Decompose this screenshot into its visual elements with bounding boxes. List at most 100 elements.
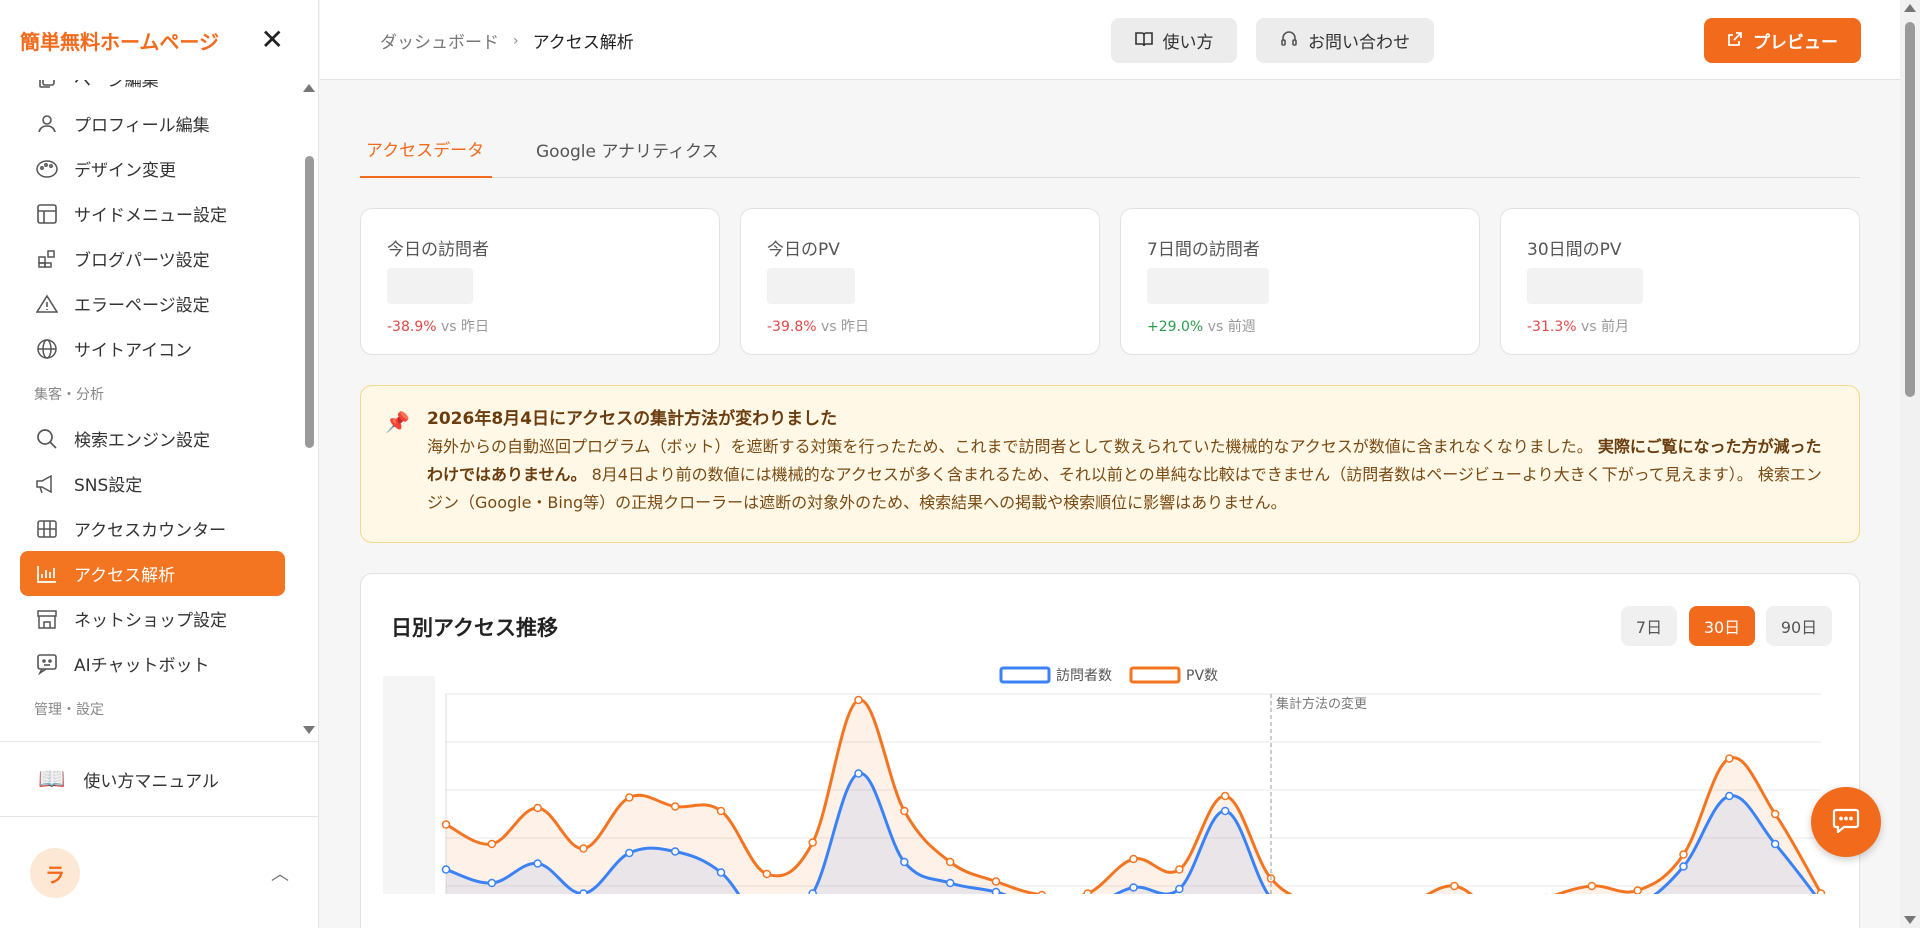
brand-title[interactable]: 簡単無料ホームページ (20, 26, 219, 55)
tab-google-analytics[interactable]: Google アナリティクス (530, 121, 724, 178)
sidebar-item-side-menu[interactable]: サイドメニュー設定 (0, 191, 305, 236)
data-point (579, 844, 588, 853)
sidebar-item-label: エラーページ設定 (74, 296, 210, 316)
range-30d-button[interactable]: 30日 (1689, 606, 1755, 646)
tab-access-data[interactable]: アクセスデータ (360, 121, 492, 178)
sidebar-item-access-analytics[interactable]: アクセス解析 (20, 551, 285, 596)
pin-icon: 📌 (385, 410, 410, 434)
sidebar-item-label: サイトアイコン (74, 341, 193, 361)
data-point (579, 889, 588, 894)
tab-bar: アクセスデータ Google アナリティクス (360, 121, 1860, 178)
warning-icon (34, 291, 60, 317)
manual-label: 使い方マニュアル (83, 771, 219, 792)
data-point (808, 838, 817, 847)
main-content: アクセスデータ Google アナリティクス 今日の訪問者 -38.9% vs … (320, 81, 1900, 928)
stat-label: 今日の訪問者 (387, 240, 489, 260)
chevron-up-icon[interactable]: ︿ (271, 860, 289, 886)
stat-value-placeholder (767, 268, 855, 304)
search-icon (34, 426, 60, 452)
data-point (991, 887, 1001, 894)
data-point (625, 793, 634, 802)
sidebar-scroll-thumb[interactable] (305, 156, 314, 448)
user-icon (34, 111, 60, 137)
data-point (1679, 862, 1688, 871)
notice-text: 8月4日より前の数値には機械的なアクセスが多く含まれるため、それ以前との単純な比… (427, 465, 1822, 512)
sidebar-item-seo[interactable]: 検索エンジン設定 (0, 416, 305, 461)
preview-button[interactable]: プレビュー (1704, 18, 1861, 63)
scroll-down-arrow-icon[interactable] (1904, 916, 1916, 924)
scroll-up-arrow-icon[interactable] (303, 84, 315, 92)
data-point (716, 868, 726, 877)
help-label: 使い方 (1162, 33, 1214, 53)
bar-chart-icon (34, 561, 60, 587)
sidebar-item-sns[interactable]: SNS設定 (0, 461, 305, 506)
stat-value-placeholder (387, 268, 473, 304)
sidebar-item-page-edit[interactable]: ページ編集 (0, 80, 305, 101)
book-icon: 📖 (38, 766, 66, 792)
grid-icon (34, 516, 60, 542)
sidebar-item-label: AIチャットボット (74, 656, 210, 676)
sidebar-item-site-icon[interactable]: サイトアイコン (0, 326, 305, 371)
data-point (900, 806, 909, 816)
data-point (1633, 886, 1642, 894)
stat-change-value: +29.0% (1147, 319, 1204, 335)
sidebar-item-error-page[interactable]: エラーページ設定 (0, 281, 305, 326)
stat-card-30day-pv: 30日間のPV -31.3% vs 前月 (1500, 208, 1860, 355)
legend-label: 訪問者数 (1056, 668, 1112, 684)
bot-icon (34, 651, 60, 677)
range-7d-button[interactable]: 7日 (1621, 606, 1677, 646)
stat-label: 今日のPV (767, 240, 840, 260)
sidebar-item-netshop[interactable]: ネットショップ設定 (0, 596, 305, 641)
sidebar-item-label: 検索エンジン設定 (74, 431, 210, 451)
stat-compare: vs 昨日 (440, 319, 490, 335)
scroll-up-arrow-icon[interactable] (1904, 4, 1916, 12)
contact-button[interactable]: お問い合わせ (1256, 18, 1434, 63)
user-menu[interactable]: ラ ︿ (0, 818, 319, 928)
access-line-chart: 訪問者数 PV数集計方法の変更 (383, 666, 1826, 894)
chat-fab-button[interactable] (1811, 787, 1881, 857)
sidebar-item-blog-parts[interactable]: ブログパーツ設定 (0, 236, 305, 281)
stat-compare: vs 前週 (1207, 319, 1256, 335)
data-point (670, 802, 680, 811)
data-point (1083, 889, 1092, 894)
layout-icon (34, 201, 60, 227)
scroll-down-arrow-icon[interactable] (303, 726, 315, 734)
data-point (854, 769, 863, 778)
close-icon[interactable]: ✕ (261, 26, 284, 54)
stat-value-placeholder (1147, 268, 1269, 304)
daily-access-chart-card: 日別アクセス推移 7日 30日 90日 訪問者数 PV数 集計方法の変更 (360, 573, 1860, 928)
data-point (670, 847, 680, 856)
sidebar-section-admin: 管理・設定 (34, 701, 104, 718)
breadcrumb-dashboard[interactable]: ダッシュボード (380, 28, 499, 53)
stat-change: -31.3% vs 前月 (1527, 316, 1833, 336)
data-point (441, 865, 451, 874)
data-point (1816, 889, 1826, 894)
sidebar-item-label: ブログパーツ設定 (74, 251, 210, 271)
data-point (625, 848, 634, 858)
stat-label: 30日間のPV (1527, 240, 1622, 260)
sidebar-item-access-counter[interactable]: アクセスカウンター (0, 506, 305, 551)
sidebar-item-label: アクセスカウンター (74, 521, 227, 541)
top-header: ダッシュボード › アクセス解析 使い方 お問い合わせ プレビュー (320, 0, 1900, 80)
stat-card-7day-visitors: 7日間の訪問者 +29.0% vs 前週 (1120, 208, 1480, 355)
avatar[interactable]: ラ (30, 848, 80, 898)
blocks-icon (34, 246, 60, 272)
copy-icon (34, 80, 60, 92)
notice-text: 海外からの自動巡回プログラム（ボット）を遮断する対策を行ったため、これまで訪問者… (427, 437, 1598, 456)
page-scroll-thumb[interactable] (1905, 22, 1915, 397)
sidebar-item-profile[interactable]: プロフィール編集 (0, 101, 305, 146)
page-scrollbar[interactable] (1900, 0, 1920, 928)
data-point (1450, 881, 1459, 891)
range-90d-button[interactable]: 90日 (1766, 606, 1832, 646)
manual-link[interactable]: 📖 使い方マニュアル (0, 741, 319, 817)
data-point (1129, 854, 1138, 864)
sidebar-item-design[interactable]: デザイン変更 (0, 146, 305, 191)
sidebar-item-label: ページ編集 (74, 80, 159, 91)
help-button[interactable]: 使い方 (1111, 18, 1237, 63)
sidebar-scrollbar[interactable] (303, 84, 315, 734)
sidebar-item-ai-chatbot[interactable]: AIチャットボット (0, 641, 305, 686)
sidebar-section-analytics: 集客・分析 (34, 386, 104, 403)
chevron-right-icon: › (513, 32, 519, 49)
megaphone-icon (34, 471, 60, 497)
stat-change-value: -39.8% (767, 319, 817, 335)
